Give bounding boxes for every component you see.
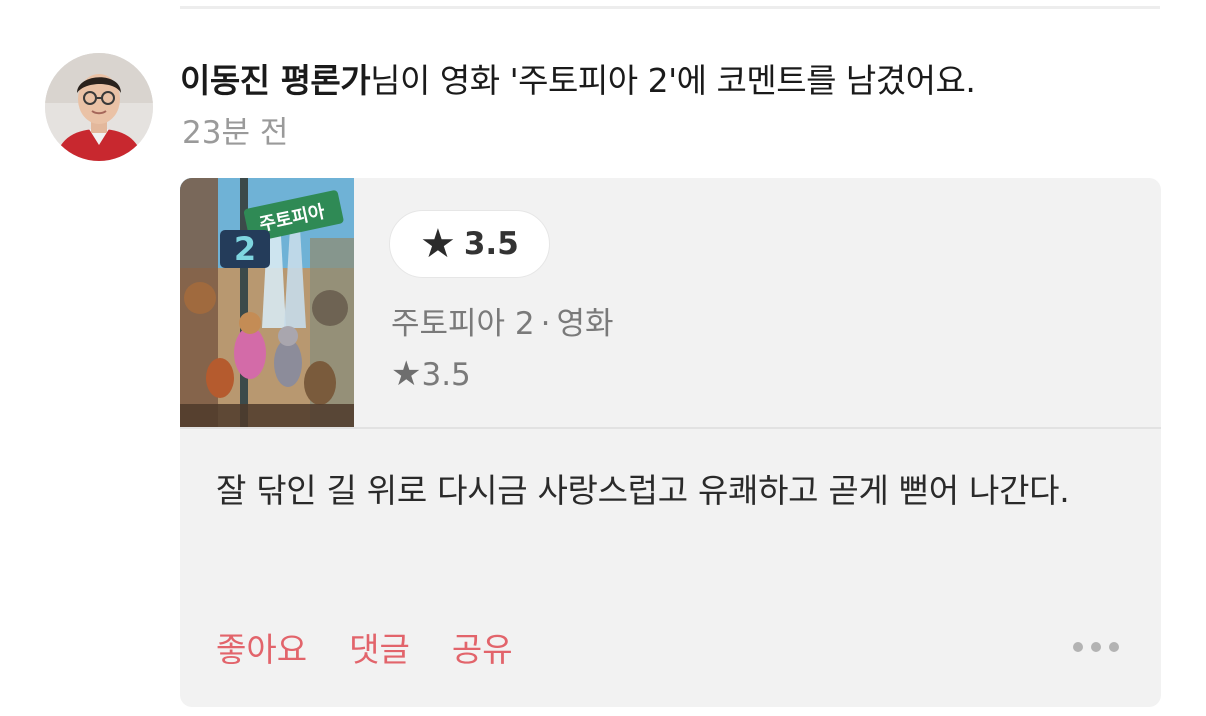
rating-badge-value: 3.5	[463, 226, 519, 262]
more-dot	[1073, 642, 1083, 652]
poster-artwork: 주토피아 2	[180, 178, 354, 427]
like-button[interactable]: 좋아요	[216, 623, 307, 671]
avatar[interactable]	[45, 53, 153, 161]
more-dot	[1109, 642, 1119, 652]
movie-category: 영화	[556, 306, 614, 342]
comment-button[interactable]: 댓글	[349, 623, 410, 671]
movie-title: 주토피아 2	[391, 306, 535, 342]
timestamp: 23분 전	[182, 115, 289, 151]
movie-summary[interactable]: 주토피아 2 ★ 3.5 주토피아 2 · 영화 ★3.5	[180, 178, 1161, 427]
rating-badge: ★ 3.5	[389, 210, 550, 278]
more-icon[interactable]	[1073, 640, 1119, 654]
comment-card: 주토피아 2 ★ 3.5 주토피아 2 · 영화 ★3.5 잘 닦인 길 위로 …	[180, 178, 1161, 707]
movie-rating-value: 3.5	[421, 357, 471, 393]
more-dot	[1091, 642, 1101, 652]
poster-number: 2	[234, 230, 256, 268]
comment-text[interactable]: 잘 닦인 길 위로 다시금 사랑스럽고 유쾌하고 곧게 뻗어 나간다.	[216, 466, 1126, 516]
star-icon: ★	[391, 354, 422, 394]
share-button[interactable]: 공유	[452, 623, 513, 671]
top-divider	[180, 6, 1160, 9]
feed-page: 이동진 평론가님이 영화 '주토피아 2'에 코멘트를 남겼어요. 23분 전 …	[0, 0, 1206, 716]
avatar-image	[45, 53, 153, 161]
movie-poster[interactable]: 주토피아 2	[180, 178, 354, 427]
feed-headline: 이동진 평론가님이 영화 '주토피아 2'에 코멘트를 남겼어요.	[180, 57, 1180, 105]
movie-meta: 주토피아 2 · 영화	[391, 301, 614, 347]
movie-rating: ★3.5	[391, 351, 471, 398]
action-text: 님이 영화 '주토피아 2'에 코멘트를 남겼어요.	[370, 61, 976, 100]
card-divider	[180, 427, 1161, 429]
author-name[interactable]: 이동진 평론가	[180, 61, 371, 100]
star-icon: ★	[420, 221, 456, 267]
action-bar: 좋아요 댓글 공유	[216, 622, 555, 672]
meta-separator: ·	[540, 306, 551, 342]
